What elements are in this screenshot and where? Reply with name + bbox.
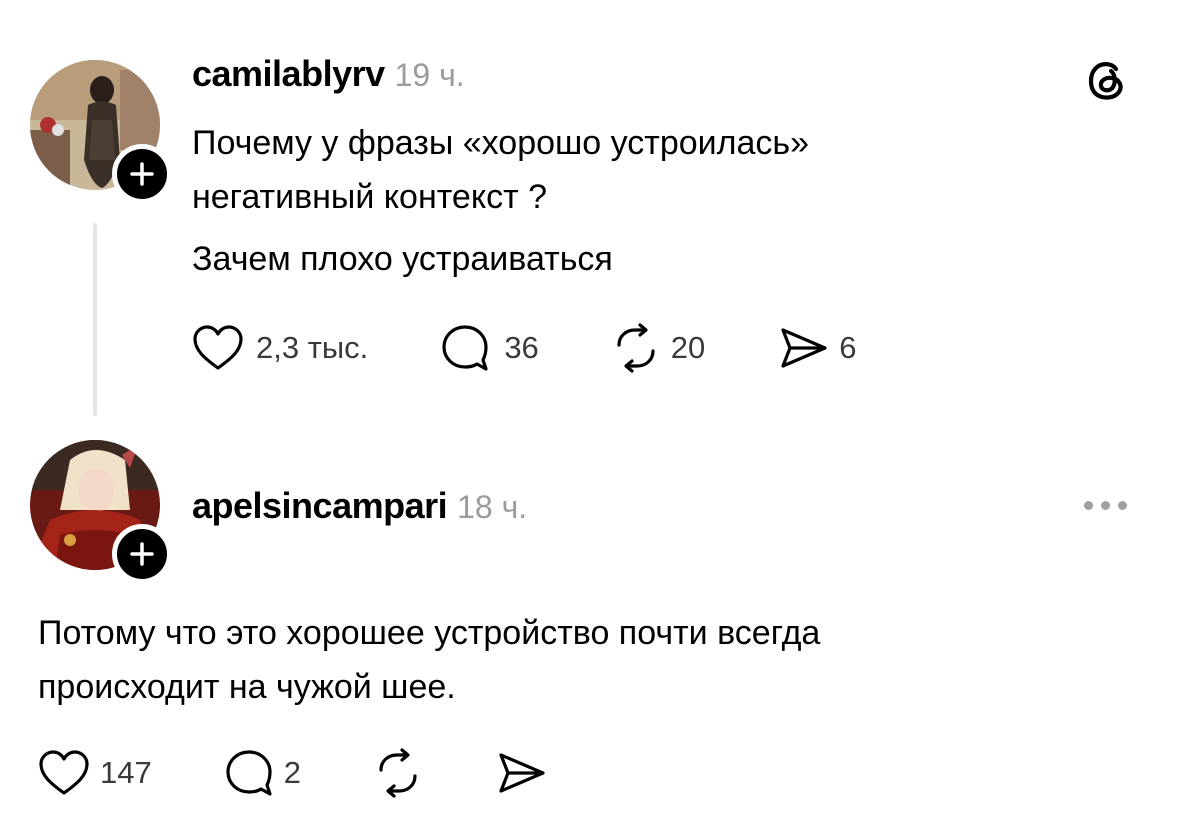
comment-count: 2 xyxy=(283,755,301,790)
post-timestamp: 19 ч. xyxy=(394,57,465,93)
post-body: Почему у фразы «хорошо устроилась» негат… xyxy=(192,116,1092,286)
share-count: 6 xyxy=(839,330,857,365)
send-icon xyxy=(781,328,827,368)
share-button[interactable]: 6 xyxy=(777,325,857,371)
repost-icon xyxy=(379,748,417,798)
repost-button[interactable] xyxy=(373,748,423,798)
threads-logo-icon[interactable] xyxy=(1083,56,1131,109)
post-text-line-1: Почему у фразы «хорошо устроилась» xyxy=(192,124,810,162)
repost-count: 20 xyxy=(670,330,706,365)
post-actions: 2,3 тыс. 36 20 6 xyxy=(192,323,857,373)
like-button[interactable]: 2,3 тыс. xyxy=(192,324,368,372)
more-options-button[interactable] xyxy=(1084,501,1127,510)
thread-connector-line xyxy=(93,223,97,416)
repost-icon xyxy=(617,323,655,373)
reply-timestamp: 18 ч. xyxy=(457,489,528,525)
heart-icon xyxy=(39,750,89,795)
more-horizontal-icon xyxy=(1084,501,1093,510)
plus-icon xyxy=(130,162,154,186)
post-text-line-2: негативный контекст ? xyxy=(192,178,548,216)
reply-username[interactable]: apelsincampari xyxy=(192,485,448,527)
reply-text-line-1: Потому что это хорошее устройство почти … xyxy=(38,614,821,652)
plus-icon xyxy=(130,542,154,566)
like-button[interactable]: 147 xyxy=(38,749,152,797)
share-button[interactable] xyxy=(495,750,547,796)
comment-count: 36 xyxy=(504,330,539,365)
heart-icon xyxy=(193,325,243,370)
reply-body: Потому что это хорошее устройство почти … xyxy=(38,606,1138,714)
send-icon xyxy=(499,753,545,793)
like-count: 2,3 тыс. xyxy=(256,330,369,365)
reply-header: apelsincampari 18 ч. xyxy=(192,485,527,529)
like-count: 147 xyxy=(100,755,152,790)
repost-button[interactable]: 20 xyxy=(611,323,705,373)
comment-button[interactable]: 36 xyxy=(440,323,539,373)
post-text-line-3: Зачем плохо устраиваться xyxy=(192,240,613,278)
reply-actions: 147 2 xyxy=(38,748,547,798)
post-username[interactable]: camilablyrv xyxy=(192,53,385,95)
comment-bubble-icon xyxy=(226,750,272,796)
follow-button-camilablyrv[interactable] xyxy=(112,144,172,204)
follow-button-apelsincampari[interactable] xyxy=(112,524,172,584)
reply-text-line-2: происходит на чужой шее. xyxy=(38,668,456,706)
comment-button[interactable]: 2 xyxy=(224,748,301,798)
post-header: camilablyrv 19 ч. xyxy=(192,53,465,97)
comment-bubble-icon xyxy=(442,325,488,371)
